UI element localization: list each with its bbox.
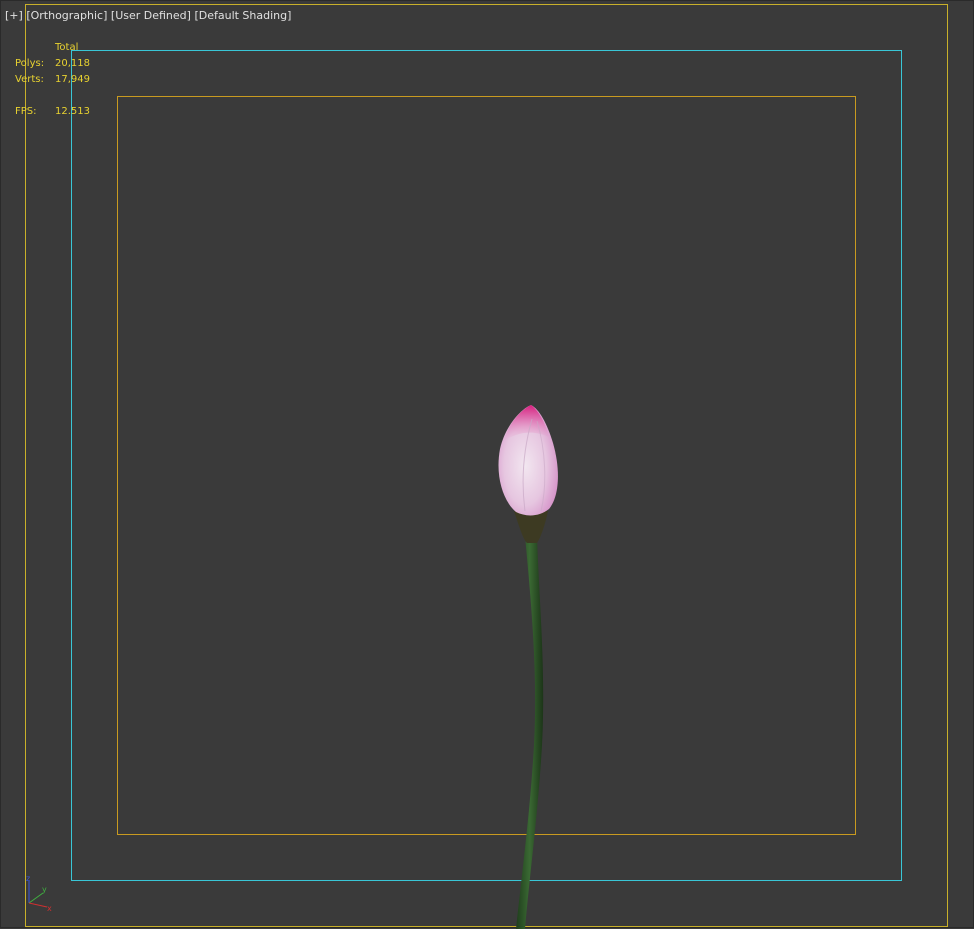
lotus-stem: [516, 536, 544, 929]
axis-x-label: x: [47, 904, 52, 913]
viewport-perspective[interactable]: [+] [Orthographic] [User Defined] [Defau…: [0, 0, 974, 929]
lotus-bud-model[interactable]: [498, 405, 558, 929]
axis-tripod-icon: z y x: [26, 874, 52, 913]
scene-render[interactable]: [1, 1, 974, 929]
axis-z-label: z: [26, 874, 30, 883]
axis-y-label: y: [42, 885, 47, 894]
lotus-receptacle: [514, 511, 548, 543]
